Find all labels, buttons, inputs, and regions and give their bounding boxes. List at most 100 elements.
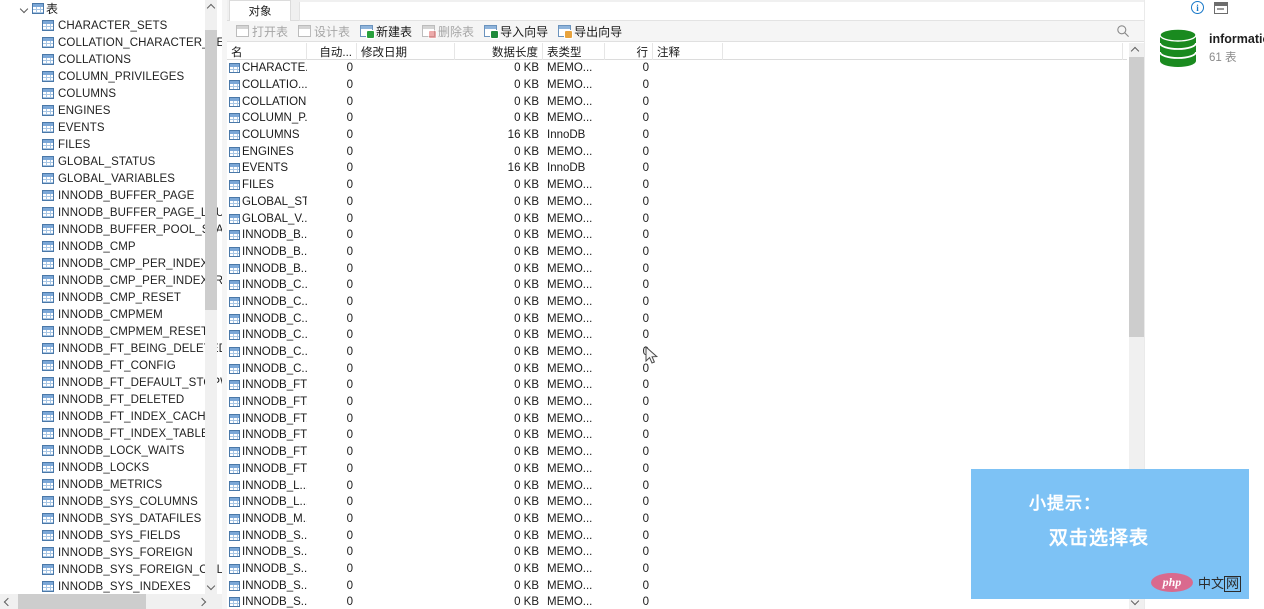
tree-item[interactable]: INNODB_FT_BEING_DELETED: [0, 340, 222, 357]
tree-root-tables[interactable]: 表: [0, 0, 222, 17]
tree-item[interactable]: INNODB_LOCK_WAITS: [0, 442, 222, 459]
table-row[interactable]: INNODB_C...00 KBMEMO...0: [227, 310, 1127, 327]
tree-item[interactable]: INNODB_SYS_FOREIGN: [0, 544, 222, 561]
tree-item[interactable]: INNODB_FT_INDEX_CACHE: [0, 408, 222, 425]
column-header[interactable]: 数据长度: [455, 43, 543, 60]
toolbar-button-design-table[interactable]: 设计表: [293, 22, 355, 41]
database-summary[interactable]: informatio 61 表: [1155, 25, 1264, 71]
table-row[interactable]: INNODB_FT... 0 0 KB MEMO... 0: [227, 427, 1127, 444]
tree-item[interactable]: INNODB_FT_DEFAULT_STOPWO: [0, 374, 222, 391]
tree-item[interactable]: INNODB_SYS_COLUMNS: [0, 493, 222, 510]
table-cell-auto: 0: [346, 95, 353, 108]
tree-item[interactable]: INNODB_SYS_FOREIGN_COLS: [0, 561, 222, 578]
table-cell-auto: 0: [346, 379, 353, 392]
tree-item[interactable]: INNODB_CMP_PER_INDEX_RESE: [0, 272, 222, 289]
tree-item[interactable]: INNODB_CMPMEM_RESET: [0, 323, 222, 340]
table-cell-auto: 0: [346, 129, 353, 142]
table-row[interactable]: CHARACTE... 0 0 KB MEMO... 0: [227, 60, 1127, 77]
table-row[interactable]: INNODB_FT... 0 0 KB MEMO... 0: [227, 394, 1127, 411]
tree-item[interactable]: ENGINES: [0, 102, 222, 119]
database-tree-sidebar[interactable]: 表 CHARACTER_SETS COLLATION_CHARACTER_SET_…: [0, 0, 222, 609]
main-scroll-up-button[interactable]: [1129, 43, 1144, 57]
toolbar-button-delete-table[interactable]: 删除表: [417, 22, 479, 41]
sidebar-horizontal-scrollbar[interactable]: [0, 594, 222, 609]
sidebar-scroll-down-button[interactable]: [205, 580, 217, 594]
table-row[interactable]: FILES 0 0 KB MEMO... 0: [227, 177, 1127, 194]
table-row[interactable]: INNODB_C...00 KBMEMO...0: [227, 294, 1127, 311]
sidebar-scroll-up-button[interactable]: [205, 0, 217, 14]
toolbar-button-open-table[interactable]: 打开表: [231, 22, 293, 41]
tree-item[interactable]: INNODB_FT_DELETED: [0, 391, 222, 408]
tree-item[interactable]: GLOBAL_STATUS: [0, 153, 222, 170]
table-cell-auto: 0: [346, 229, 353, 242]
panel-icon[interactable]: [1214, 1, 1228, 14]
table-icon: [42, 564, 54, 575]
table-row[interactable]: INNODB_B... 0 0 KB MEMO... 0: [227, 227, 1127, 244]
tree-item-label: COLLATIONS: [58, 53, 131, 66]
toolbar-button-import-wizard[interactable]: 导入向导: [479, 22, 553, 41]
table-row[interactable]: ENGINES 0 0 KB MEMO... 0: [227, 143, 1127, 160]
table-cell-text: INNODB_C...: [242, 312, 307, 325]
tree-item[interactable]: INNODB_METRICS: [0, 476, 222, 493]
table-cell-name: INNODB_S...: [227, 544, 307, 561]
column-header[interactable]: 自动...: [307, 43, 357, 60]
sidebar-scroll-left-button[interactable]: [0, 594, 15, 609]
toolbar-button-export-wizard[interactable]: 导出向导: [553, 22, 627, 41]
column-header[interactable]: 行: [605, 43, 653, 60]
tree-item[interactable]: INNODB_CMP_PER_INDEX: [0, 255, 222, 272]
tree-item[interactable]: INNODB_FT_INDEX_TABLE: [0, 425, 222, 442]
tree-item[interactable]: INNODB_FT_CONFIG: [0, 357, 222, 374]
column-header[interactable]: 注释: [653, 43, 723, 60]
sidebar-scroll-thumb[interactable]: [205, 30, 217, 310]
tree-item[interactable]: INNODB_CMP_RESET: [0, 289, 222, 306]
table-row[interactable]: COLUMNS 0 16 KB InnoDB 0: [227, 127, 1127, 144]
search-icon[interactable]: [1116, 24, 1130, 38]
table-row[interactable]: COLLATIONS 0 0 KB MEMO... 0: [227, 93, 1127, 110]
tree-item[interactable]: INNODB_SYS_DATAFILES: [0, 510, 222, 527]
table-cell-rows: 0: [642, 496, 649, 509]
main-scroll-thumb[interactable]: [1129, 57, 1144, 337]
sidebar-vertical-scrollbar[interactable]: [205, 0, 217, 594]
tree-item[interactable]: INNODB_LOCKS: [0, 459, 222, 476]
table-row[interactable]: COLUMN_P... 0 0 KB MEMO... 0: [227, 110, 1127, 127]
table-row[interactable]: INNODB_FT... 0 0 KB MEMO... 0: [227, 410, 1127, 427]
chevron-down-icon[interactable]: [19, 3, 31, 15]
tree-item[interactable]: INNODB_SYS_FIELDS: [0, 527, 222, 544]
table-row[interactable]: INNODB_FT... 0 0 KB MEMO... 0: [227, 444, 1127, 461]
tree-item[interactable]: CHARACTER_SETS: [0, 17, 222, 34]
table-row[interactable]: COLLATIO... 0 0 KB MEMO... 0: [227, 77, 1127, 94]
tree-item[interactable]: INNODB_CMPMEM: [0, 306, 222, 323]
toolbar-button-new-table[interactable]: 新建表: [355, 22, 417, 41]
tab-objects[interactable]: 对象: [229, 0, 291, 21]
table-cell-text: INNODB_FT...: [242, 396, 307, 409]
table-row[interactable]: GLOBAL_V... 0 0 KB MEMO... 0: [227, 210, 1127, 227]
table-row[interactable]: INNODB_FT... 0 0 KB MEMO... 0: [227, 377, 1127, 394]
tree-item[interactable]: GLOBAL_VARIABLES: [0, 170, 222, 187]
tree-item[interactable]: INNODB_BUFFER_POOL_STATS: [0, 221, 222, 238]
sidebar-scroll-right-button[interactable]: [195, 594, 210, 609]
sidebar-hscroll-thumb[interactable]: [18, 594, 146, 609]
table-row[interactable]: EVENTS 0 16 KB InnoDB 0: [227, 160, 1127, 177]
column-header[interactable]: 修改日期: [357, 43, 455, 60]
tree-item[interactable]: EVENTS: [0, 119, 222, 136]
tree-item[interactable]: FILES: [0, 136, 222, 153]
table-row[interactable]: INNODB_C...00 KBMEMO...0: [227, 277, 1127, 294]
column-header[interactable]: [723, 43, 1123, 60]
tree-item[interactable]: INNODB_BUFFER_PAGE_LRU: [0, 204, 222, 221]
tree-item[interactable]: COLLATIONS: [0, 51, 222, 68]
tree-item[interactable]: INNODB_BUFFER_PAGE: [0, 187, 222, 204]
table-row[interactable]: INNODB_C...00 KBMEMO...0: [227, 327, 1127, 344]
table-row[interactable]: INNODB_B... 0 0 KB MEMO... 0: [227, 260, 1127, 277]
info-icon[interactable]: i: [1191, 1, 1204, 14]
column-header[interactable]: 表类型: [543, 43, 605, 60]
table-row[interactable]: GLOBAL_ST... 0 0 KB MEMO... 0: [227, 194, 1127, 211]
tree-item[interactable]: INNODB_CMP: [0, 238, 222, 255]
tree-item[interactable]: INNODB_SYS_INDEXES: [0, 578, 222, 595]
tree-item[interactable]: COLUMN_PRIVILEGES: [0, 68, 222, 85]
table-row[interactable]: INNODB_C...00 KBMEMO...0: [227, 360, 1127, 377]
column-header[interactable]: 名: [227, 43, 307, 60]
tree-item[interactable]: COLUMNS: [0, 85, 222, 102]
table-row[interactable]: INNODB_C...00 KBMEMO...0: [227, 344, 1127, 361]
table-row[interactable]: INNODB_B... 0 0 KB MEMO... 0: [227, 244, 1127, 261]
tree-item[interactable]: COLLATION_CHARACTER_SET_: [0, 34, 222, 51]
